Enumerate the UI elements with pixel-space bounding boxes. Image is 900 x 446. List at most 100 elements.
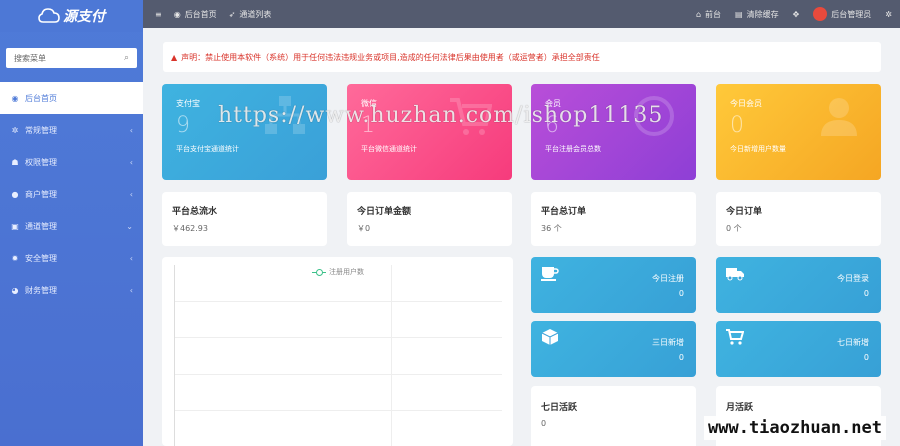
topbar-right: ⌂ 前台 ▤ 清除缓存 ✥ 后台管理员 ✲ <box>682 7 900 21</box>
chart-legend[interactable]: 注册用户数 <box>312 267 364 277</box>
cube-icon <box>541 329 559 345</box>
legend-label: 注册用户数 <box>329 268 364 276</box>
stat-desc: 平台微信通道统计 <box>361 145 417 153</box>
chevron-left-icon: ‹ <box>129 125 133 135</box>
active-label: 月活跃 <box>726 403 754 413</box>
watermark-corner: www.tiaozhuan.net <box>704 416 886 440</box>
rocket-icon: ➶ <box>228 9 236 19</box>
user-icon: ● <box>11 189 19 199</box>
sidebar-item-security[interactable]: ✹ 安全管理 ‹ <box>0 242 143 274</box>
avatar <box>813 7 828 21</box>
mini-value: 0 <box>678 289 684 298</box>
dashboard-icon: ◉ <box>173 9 181 19</box>
active-value: 0 <box>541 419 547 428</box>
admin-label: 后台管理员 <box>831 9 872 19</box>
total-label: 平台总流水 <box>172 207 218 217</box>
mini-label: 三日新增 <box>652 338 684 347</box>
sidebar-item-general[interactable]: ✲ 常规管理 ‹ <box>0 114 143 146</box>
user-icon <box>821 98 857 136</box>
tab-channels[interactable]: ➶ 通道列表 <box>229 9 272 20</box>
cogs-icon: ✲ <box>11 125 19 135</box>
sidebar-item-finance[interactable]: ◕ 财务管理 ‹ <box>0 274 143 306</box>
home-icon: ⌂ <box>695 9 702 19</box>
stat-card-alipay: 支付宝 9 平台支付宝通道统计 <box>162 84 327 180</box>
sidebar: 源支付 搜索菜单 ⌕ ◉ 后台首页 ✲ 常规管理 ‹ ☗ 权限管理 ‹ ● 商户… <box>0 0 143 446</box>
stat-card-today-members: 今日会员 0 今日新增用户数量 <box>716 84 881 180</box>
mini-label: 今日注册 <box>652 274 684 283</box>
mini-card-today-register: 今日注册 0 <box>531 257 696 313</box>
active-label: 七日活跃 <box>541 403 578 413</box>
pie-icon: ◕ <box>11 285 19 295</box>
frontend-link[interactable]: ⌂ 前台 <box>696 9 721 20</box>
search-placeholder: 搜索菜单 <box>14 53 46 63</box>
sidebar-search[interactable]: 搜索菜单 ⌕ <box>6 48 137 68</box>
clear-cache-button[interactable]: ▤ 清除缓存 <box>735 9 779 20</box>
mini-label: 今日登录 <box>837 274 869 283</box>
coffee-cup-icon <box>541 267 559 281</box>
settings-button[interactable]: ✲ <box>885 10 892 19</box>
truck-icon <box>726 268 744 281</box>
dashboard-icon: ◉ <box>11 93 19 103</box>
sidebar-item-label: 商户管理 <box>25 189 57 199</box>
mini-card-three-day: 三日新增 0 <box>531 321 696 377</box>
sidebar-item-label: 常规管理 <box>25 125 57 135</box>
mini-value: 0 <box>678 353 684 362</box>
cloud-logo-icon <box>38 8 60 23</box>
stat-desc: 平台注册会员总数 <box>545 145 601 153</box>
stat-desc: 今日新增用户数量 <box>730 145 786 153</box>
clear-cache-label: 清除缓存 <box>746 9 779 19</box>
logo-text: 源支付 <box>63 9 105 25</box>
logo[interactable]: 源支付 <box>0 0 143 32</box>
mini-value: 0 <box>863 353 869 362</box>
menu-toggle-icon[interactable]: ≡ <box>155 10 162 19</box>
chevron-left-icon: ‹ <box>129 285 133 295</box>
cart-icon <box>726 329 744 345</box>
sidebar-item-label: 后台首页 <box>25 93 57 103</box>
sidebar-item-merchants[interactable]: ● 商户管理 ‹ <box>0 178 143 210</box>
total-label: 今日订单金额 <box>357 207 412 217</box>
tab-home-label: 后台首页 <box>184 9 217 19</box>
notice-bar: ▲ 声明：禁止使用本软件（系统）用于任何违法违规业务或项目,造成的任何法律后果由… <box>163 42 881 72</box>
stat-desc: 平台支付宝通道统计 <box>176 145 239 153</box>
gear-icon: ✹ <box>11 253 19 263</box>
sidebar-item-permissions[interactable]: ☗ 权限管理 ‹ <box>0 146 143 178</box>
chevron-left-icon: ‹ <box>129 189 133 199</box>
tab-home[interactable]: ◉ 后台首页 <box>174 9 217 20</box>
search-icon[interactable]: ⌕ <box>124 53 129 63</box>
mini-value: 0 <box>863 289 869 298</box>
total-card-flow: 平台总流水 ￥462.93 <box>162 192 327 246</box>
stat-card-wechat: 微信 1 平台微信通道统计 <box>347 84 512 180</box>
total-value: ￥462.93 <box>172 224 208 233</box>
sidebar-item-dashboard[interactable]: ◉ 后台首页 <box>0 82 143 114</box>
main-content: ▲ 声明：禁止使用本软件（系统）用于任何违法违规业务或项目,造成的任何法律后果由… <box>143 28 900 446</box>
total-card-today-amount: 今日订单金额 ￥0 <box>347 192 512 246</box>
mini-label: 七日新增 <box>837 338 869 347</box>
warning-icon: ▲ <box>171 52 178 62</box>
group-icon: ☗ <box>11 157 19 167</box>
watermark-center: https://www.huzhan.com/ishop11135 <box>218 103 664 128</box>
legend-line-icon <box>312 269 326 276</box>
sidebar-item-label: 权限管理 <box>25 157 57 167</box>
total-label: 平台总订单 <box>541 207 587 217</box>
total-value: 0 个 <box>726 224 742 233</box>
total-card-today-orders: 今日订单 0 个 <box>716 192 881 246</box>
total-label: 今日订单 <box>726 207 763 217</box>
expand-icon: ✥ <box>792 9 800 19</box>
topbar: ≡ ◉ 后台首页 ➶ 通道列表 ⌂ 前台 ▤ 清除缓存 ✥ 后台管理员 ✲ <box>143 0 900 28</box>
admin-menu[interactable]: 后台管理员 <box>813 7 871 21</box>
total-value: 36 个 <box>541 224 562 233</box>
sidebar-item-label: 安全管理 <box>25 253 57 263</box>
cogs-icon: ✲ <box>885 9 892 19</box>
tab-channels-label: 通道列表 <box>239 9 272 19</box>
total-card-orders: 平台总订单 36 个 <box>531 192 696 246</box>
line-chart <box>174 265 502 446</box>
channel-icon: ▣ <box>11 221 19 231</box>
notice-text: 声明：禁止使用本软件（系统）用于任何违法违规业务或项目,造成的任何法律后果由使用… <box>181 52 600 62</box>
sidebar-item-label: 财务管理 <box>25 285 57 295</box>
fullscreen-button[interactable]: ✥ <box>793 10 800 19</box>
frontend-label: 前台 <box>705 9 722 19</box>
trash-icon: ▤ <box>735 9 743 19</box>
chart-panel: 注册用户数 <box>162 257 513 446</box>
sidebar-item-label: 通道管理 <box>25 221 57 231</box>
sidebar-item-channels[interactable]: ▣ 通道管理 ⌄ <box>0 210 143 242</box>
